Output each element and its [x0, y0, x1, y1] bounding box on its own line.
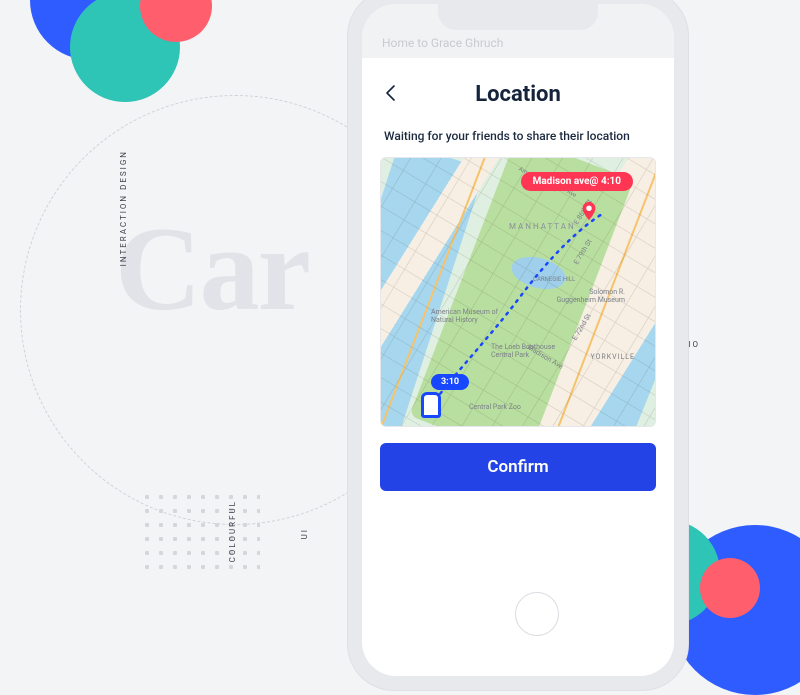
page-title: Location: [475, 82, 561, 107]
label-ui: UI: [300, 528, 309, 539]
map-label: Central Park Zoo: [469, 403, 521, 411]
back-icon[interactable]: [382, 84, 400, 102]
label-interaction-design: INTERACTION DESIGN: [118, 150, 131, 266]
home-indicator-circle: [515, 592, 559, 636]
decor-circle: [700, 558, 760, 618]
start-time-badge[interactable]: 3:10: [431, 374, 469, 390]
phone-frame: Home to Grace Ghruch Location Waiting fo…: [348, 0, 688, 690]
confirm-button-label: Confirm: [487, 457, 548, 477]
label-colourful: COLOURFUL: [228, 500, 237, 562]
app-header: Location: [362, 58, 674, 121]
map-label: Solomon R. Guggenheim Museum: [555, 288, 625, 304]
pickup-badge[interactable]: Madison ave@ 4:10: [521, 172, 633, 191]
confirm-button[interactable]: Confirm: [380, 443, 656, 491]
waiting-subtitle: Waiting for your friends to share their …: [362, 121, 674, 153]
destination-pin-icon[interactable]: [578, 200, 600, 222]
dot-grid: [140, 490, 260, 570]
phone-screen: Home to Grace Ghruch Location Waiting fo…: [362, 4, 674, 676]
phone-notch: [438, 4, 598, 30]
start-pin-icon[interactable]: [421, 392, 441, 418]
status-hint: Home to Grace Ghruch: [382, 36, 503, 50]
map-label: CARNEGIE HILL: [533, 276, 575, 283]
background-word-car: Car: [115, 200, 309, 338]
map-label: YORKVILLE: [590, 353, 635, 361]
map-view[interactable]: MANHATTAN American Museum of Natural His…: [380, 157, 656, 427]
map-label: MANHATTAN: [509, 222, 576, 231]
map-label: American Museum of Natural History: [431, 308, 501, 324]
